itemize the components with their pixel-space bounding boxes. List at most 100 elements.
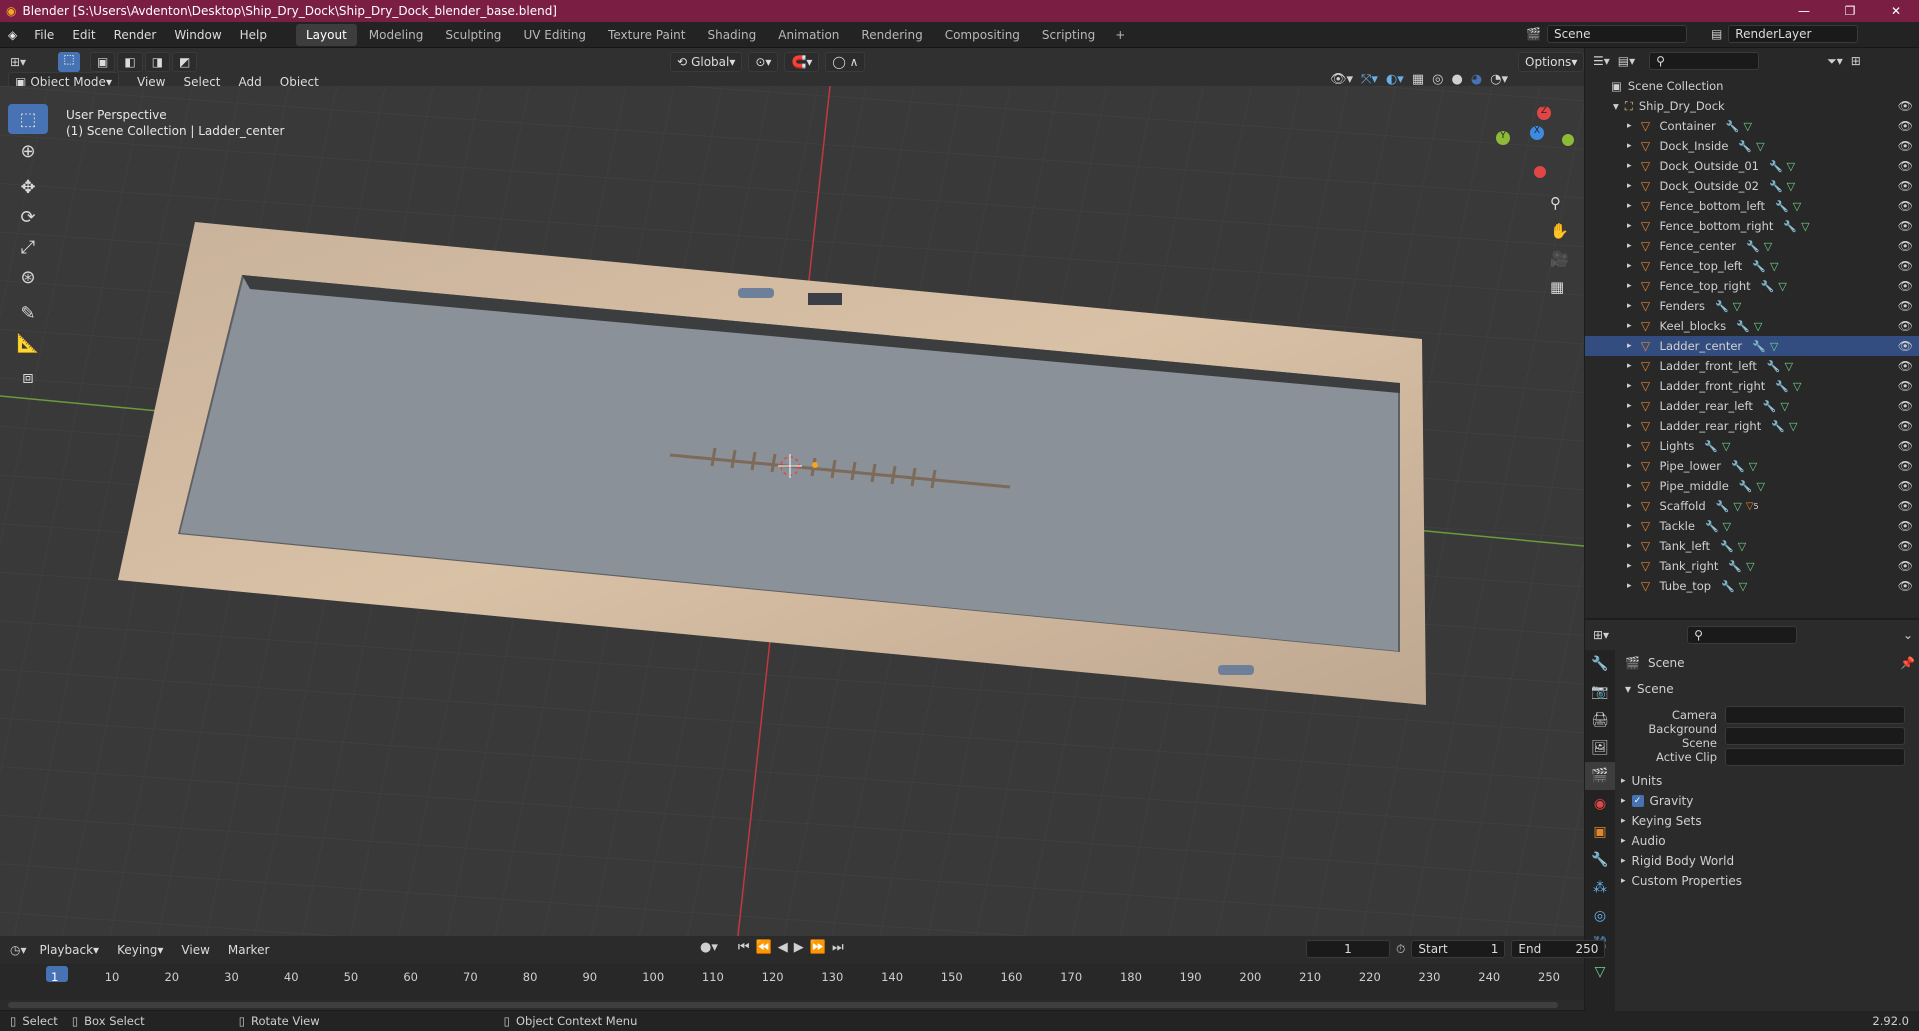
new-collection-icon[interactable]: ⊞ — [1851, 54, 1861, 68]
subpanel-keying-sets[interactable]: ▸ Keying Sets — [1621, 810, 1913, 832]
mesh-data-icon[interactable]: ▽ — [1749, 460, 1757, 473]
expand-icon[interactable]: ▸ — [1627, 161, 1632, 171]
outliner-item-tank_left[interactable]: ▸ ▽ Tank_left 🔧 ▽ 👁 — [1585, 536, 1919, 556]
wireframe-shading-icon[interactable]: ◎ — [1432, 72, 1443, 87]
modifier-icon[interactable]: 🔧 — [1783, 220, 1797, 233]
modifier-icon[interactable]: 🔧 — [1704, 440, 1718, 453]
collection-expand-icon[interactable]: ▾ — [1613, 99, 1619, 113]
mesh-data-icon[interactable]: ▽ — [1770, 340, 1778, 353]
expand-icon[interactable]: ▸ — [1627, 121, 1632, 131]
outliner-item-tank_right[interactable]: ▸ ▽ Tank_right 🔧 ▽ 👁 — [1585, 556, 1919, 576]
visibility-eye-icon[interactable]: 👁 — [1898, 579, 1913, 593]
scene-tab-icon[interactable]: 🎬 — [1585, 762, 1615, 790]
modifier-icon[interactable]: 🔧 — [1726, 120, 1740, 133]
expand-icon[interactable]: ▸ — [1627, 441, 1632, 451]
select-invert-icon[interactable]: ◩ — [172, 52, 198, 72]
mesh-data-icon[interactable]: ▽ — [1722, 440, 1730, 453]
xray-icon[interactable]: ▦ — [1412, 72, 1424, 87]
gizmo-y-neg[interactable] — [1562, 134, 1574, 146]
scene-selector[interactable]: Scene — [1546, 25, 1687, 43]
outliner-item-fence_top_right[interactable]: ▸ ▽ Fence_top_right 🔧 ▽ 👁 — [1585, 276, 1919, 296]
outliner-item-fenders[interactable]: ▸ ▽ Fenders 🔧 ▽ 👁 — [1585, 296, 1919, 316]
visibility-eye-icon[interactable]: 👁 — [1898, 219, 1913, 233]
timeline-scrollbar[interactable] — [8, 1002, 1558, 1008]
tab-animation[interactable]: Animation — [768, 24, 849, 46]
modifier-icon[interactable]: 🔧 — [1736, 320, 1750, 333]
modifier-icon[interactable]: 🔧 — [1752, 260, 1766, 273]
modifier-icon[interactable]: 🔧 — [1715, 300, 1729, 313]
select-tool-icon[interactable]: ⬚ — [58, 52, 80, 72]
outliner-item-ladder_front_left[interactable]: ▸ ▽ Ladder_front_left 🔧 ▽ 👁 — [1585, 356, 1919, 376]
outliner-item-container[interactable]: ▸ ▽ Container 🔧 ▽ 👁 — [1585, 116, 1919, 136]
outliner-editor-icon[interactable]: ☰▾ — [1593, 54, 1610, 68]
3d-viewport[interactable]: User Perspective (1) Scene Collection | … — [0, 86, 1584, 936]
expand-icon[interactable]: ▸ — [1627, 421, 1632, 431]
camera-view-icon[interactable]: 🎥 — [1550, 250, 1569, 268]
mesh-data-icon[interactable]: ▽ — [1739, 580, 1747, 593]
expand-icon[interactable]: ▸ — [1627, 201, 1632, 211]
expand-icon[interactable]: ▸ — [1627, 321, 1632, 331]
mesh-data-icon[interactable]: ▽ — [1793, 380, 1801, 393]
mesh-data-icon[interactable]: ▽ — [1733, 500, 1741, 513]
expand-icon[interactable]: ▸ — [1627, 301, 1632, 311]
menu-window[interactable]: Window — [165, 22, 230, 48]
collection-label[interactable]: Ship_Dry_Dock — [1639, 99, 1725, 113]
material-shading-icon[interactable]: ◕ — [1471, 72, 1482, 87]
visibility-eye-icon[interactable]: 👁 — [1898, 379, 1913, 393]
visibility-eye-icon[interactable]: 👁 — [1898, 319, 1913, 333]
view-layer-tab-icon[interactable]: 🖼 — [1585, 734, 1615, 762]
outliner-item-scaffold[interactable]: ▸ ▽ Scaffold 🔧 ▽ ▽5 👁 — [1585, 496, 1919, 516]
visibility-eye-icon[interactable]: 👁 — [1898, 299, 1913, 313]
mesh-data-icon[interactable]: ▽ — [1781, 400, 1789, 413]
expand-icon[interactable]: ▸ — [1627, 221, 1632, 231]
expand-icon[interactable]: ▸ — [1627, 341, 1632, 351]
visibility-eye-icon[interactable]: 👁 — [1898, 559, 1913, 573]
jump-next-key-icon[interactable]: ⏩ — [810, 940, 826, 955]
measure-tool-icon[interactable]: 📐 — [8, 328, 48, 358]
mesh-data-icon[interactable]: ▽ — [1754, 320, 1762, 333]
render-tab-icon[interactable]: 📷 — [1585, 678, 1615, 706]
outliner-item-pipe_lower[interactable]: ▸ ▽ Pipe_lower 🔧 ▽ 👁 — [1585, 456, 1919, 476]
visibility-eye-icon[interactable]: 👁 — [1898, 99, 1913, 113]
visibility-eye-icon[interactable]: 👁 — [1898, 259, 1913, 273]
expand-icon[interactable]: ▸ — [1627, 381, 1632, 391]
view-layer-selector[interactable]: RenderLayer — [1728, 25, 1859, 43]
outliner-item-pipe_middle[interactable]: ▸ ▽ Pipe_middle 🔧 ▽ 👁 — [1585, 476, 1919, 496]
mesh-data-icon[interactable]: ▽ — [1787, 160, 1795, 173]
expand-icon[interactable]: ▸ — [1627, 501, 1632, 511]
visibility-eye-icon[interactable]: 👁 — [1898, 539, 1913, 553]
select-box-tool-icon[interactable]: ⬚ — [8, 104, 48, 134]
mesh-data-icon[interactable]: ▽ — [1756, 140, 1764, 153]
ortho-grid-icon[interactable]: ▦ — [1550, 278, 1569, 296]
mesh-data-icon[interactable]: ▽ — [1723, 520, 1731, 533]
outliner-item-lights[interactable]: ▸ ▽ Lights 🔧 ▽ 👁 — [1585, 436, 1919, 456]
scene-collection-label[interactable]: Scene Collection — [1628, 79, 1724, 93]
gizmo-x-axis[interactable]: X — [1530, 126, 1544, 140]
tab-sculpting[interactable]: Sculpting — [435, 24, 511, 46]
gizmo-icon[interactable]: ⤧▾ — [1361, 72, 1378, 87]
modifier-icon[interactable]: 🔧 — [1775, 200, 1789, 213]
expand-icon[interactable]: ▸ — [1627, 181, 1632, 191]
subpanel-custom-properties[interactable]: ▸ Custom Properties — [1621, 870, 1913, 892]
outliner-item-fence_bottom_left[interactable]: ▸ ▽ Fence_bottom_left 🔧 ▽ 👁 — [1585, 196, 1919, 216]
play-reverse-icon[interactable]: ◀ — [778, 940, 788, 955]
tab-scripting[interactable]: Scripting — [1032, 24, 1105, 46]
mesh-data-icon[interactable]: ▽ — [1743, 120, 1751, 133]
mesh-data-icon[interactable]: ▽ — [1787, 180, 1795, 193]
display-mode-icon[interactable]: ▤▾ — [1618, 54, 1635, 68]
expand-icon[interactable]: ▸ — [1627, 481, 1632, 491]
timeline-menu-view[interactable]: View — [172, 940, 218, 960]
visibility-eye-icon[interactable]: 👁 — [1898, 239, 1913, 253]
menu-edit[interactable]: Edit — [63, 22, 104, 48]
expand-icon[interactable]: ▸ — [1627, 581, 1632, 591]
menu-render[interactable]: Render — [105, 22, 166, 48]
current-frame-field[interactable]: 1 — [1306, 940, 1390, 958]
overlay-icon[interactable]: ◐▾ — [1386, 72, 1404, 87]
add-cube-tool-icon[interactable]: ⧈ — [8, 362, 48, 392]
tab-texture-paint[interactable]: Texture Paint — [598, 24, 695, 46]
mesh-data-icon[interactable]: ▽ — [1764, 240, 1772, 253]
modifier-icon[interactable]: 🔧 — [1761, 280, 1775, 293]
select-new-icon[interactable]: ▣ — [90, 52, 116, 72]
expand-icon[interactable]: ▸ — [1627, 241, 1632, 251]
end-frame-field[interactable]: End 250 — [1511, 940, 1606, 958]
